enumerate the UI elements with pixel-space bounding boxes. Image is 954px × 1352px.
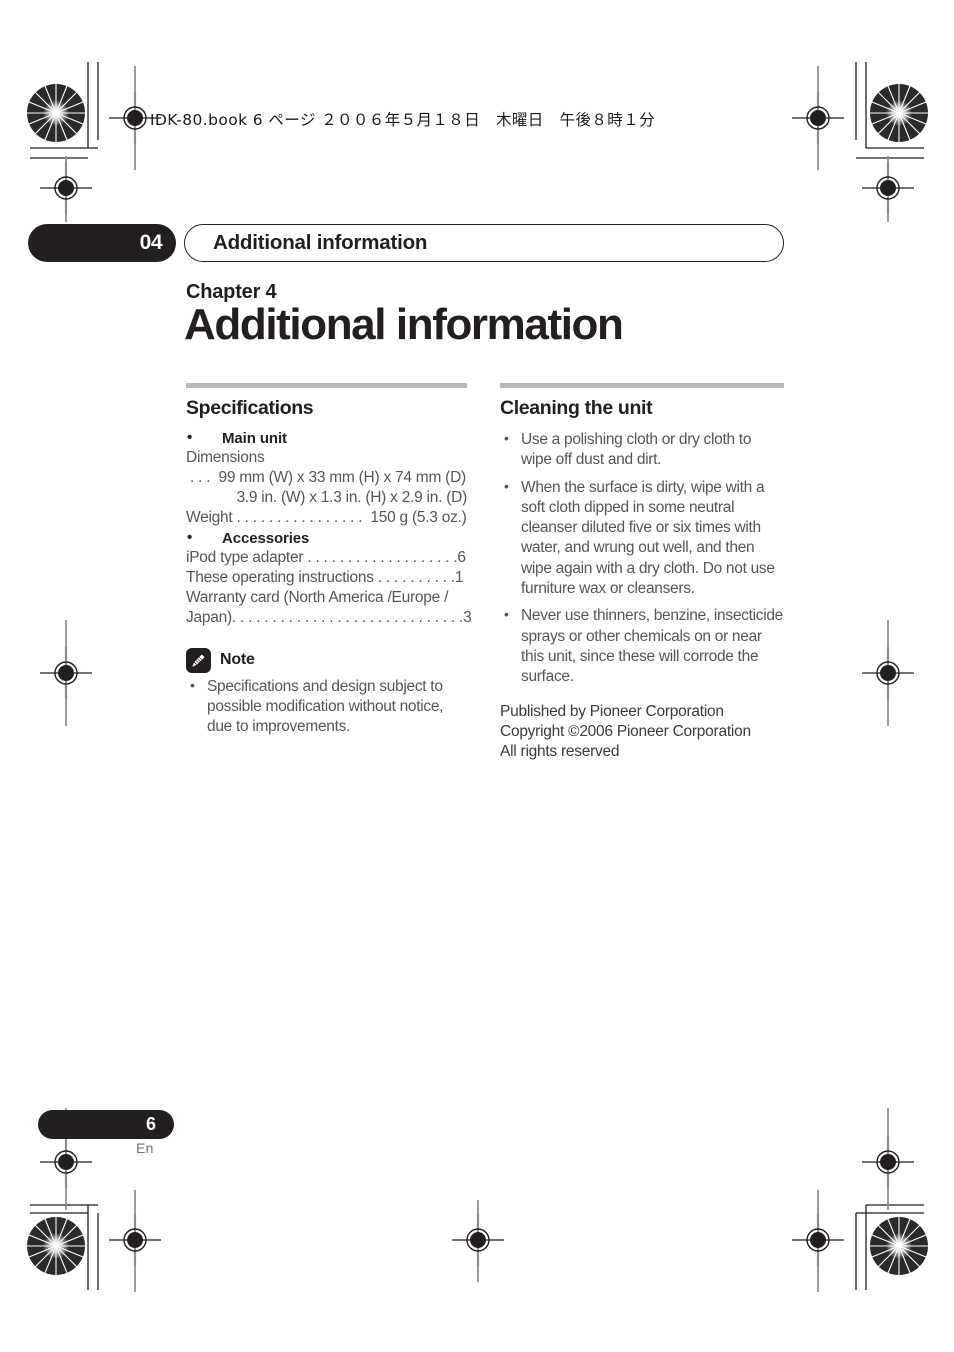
page-number-badge: 6 (38, 1110, 174, 1139)
cleaning-list: Use a polishing cloth or dry cloth to wi… (500, 429, 784, 688)
spec-line-dimensions-mm: . . . 99 mm (W) x 33 mm (H) x 74 mm (D) (186, 468, 466, 486)
spec-line-ipod-adapter: iPod type adapter . . . . . . . . . . . … (186, 548, 466, 566)
chapter-tab-bar: 04 Additional information (28, 224, 784, 262)
spec-line-warranty-card-1: Warranty card (North America /Europe / (186, 588, 449, 606)
right-column: Cleaning the unit Use a polishing cloth … (500, 383, 784, 762)
chapter-tab-title: Additional information (184, 224, 784, 262)
page-language-label: En (136, 1140, 154, 1156)
spec-line-dimensions: Dimensions (186, 449, 265, 466)
section-rule (500, 383, 784, 388)
specifications-heading: Specifications (186, 397, 314, 419)
spec-line-operating-instructions: These operating instructions . . . . . .… (186, 568, 464, 586)
publisher-line: Published by Pioneer Corporation (500, 702, 724, 720)
left-column: Specifications Main unit Dimensions . . … (186, 383, 472, 742)
note-block: Note Specifications and design subject t… (186, 647, 467, 738)
note-label: Note (220, 651, 255, 669)
spec-line-weight: Weight . . . . . . . . . . . . . . . . 1… (186, 508, 467, 526)
page-title: Additional information (184, 300, 624, 349)
cleaning-item: Never use thinners, benzine, insecticide… (500, 605, 784, 687)
spec-group-accessories-label: Accessories (186, 529, 467, 547)
spec-line-dimensions-in: 3.9 in. (W) x 1.3 in. (H) x 2.9 in. (D) (236, 488, 467, 506)
spec-group-main-unit-label: Main unit (186, 429, 467, 447)
chapter-number-badge: 04 (28, 224, 176, 262)
document-page: IDK-80.book 6 ページ ２００６年５月１８日 木曜日 午後８時１分 … (0, 0, 954, 1352)
copyright-line: Copyright ©2006 Pioneer Corporation (500, 722, 751, 740)
rights-line: All rights reserved (500, 742, 620, 760)
pencil-icon (186, 647, 211, 673)
publisher-block: Published by Pioneer Corporation Copyrig… (500, 702, 784, 762)
cleaning-item: Use a polishing cloth or dry cloth to wi… (500, 429, 784, 471)
section-rule (186, 383, 467, 388)
running-header: IDK-80.book 6 ページ ２００６年５月１８日 木曜日 午後８時１分 (150, 111, 656, 129)
cleaning-heading: Cleaning the unit (500, 397, 653, 419)
note-header: Note (186, 647, 467, 673)
spec-line-warranty-card-2: Japan). . . . . . . . . . . . . . . . . … (186, 608, 472, 626)
note-item: Specifications and design subject to pos… (186, 676, 467, 738)
cleaning-item: When the surface is dirty, wipe with a s… (500, 477, 784, 600)
note-list: Specifications and design subject to pos… (186, 676, 467, 738)
